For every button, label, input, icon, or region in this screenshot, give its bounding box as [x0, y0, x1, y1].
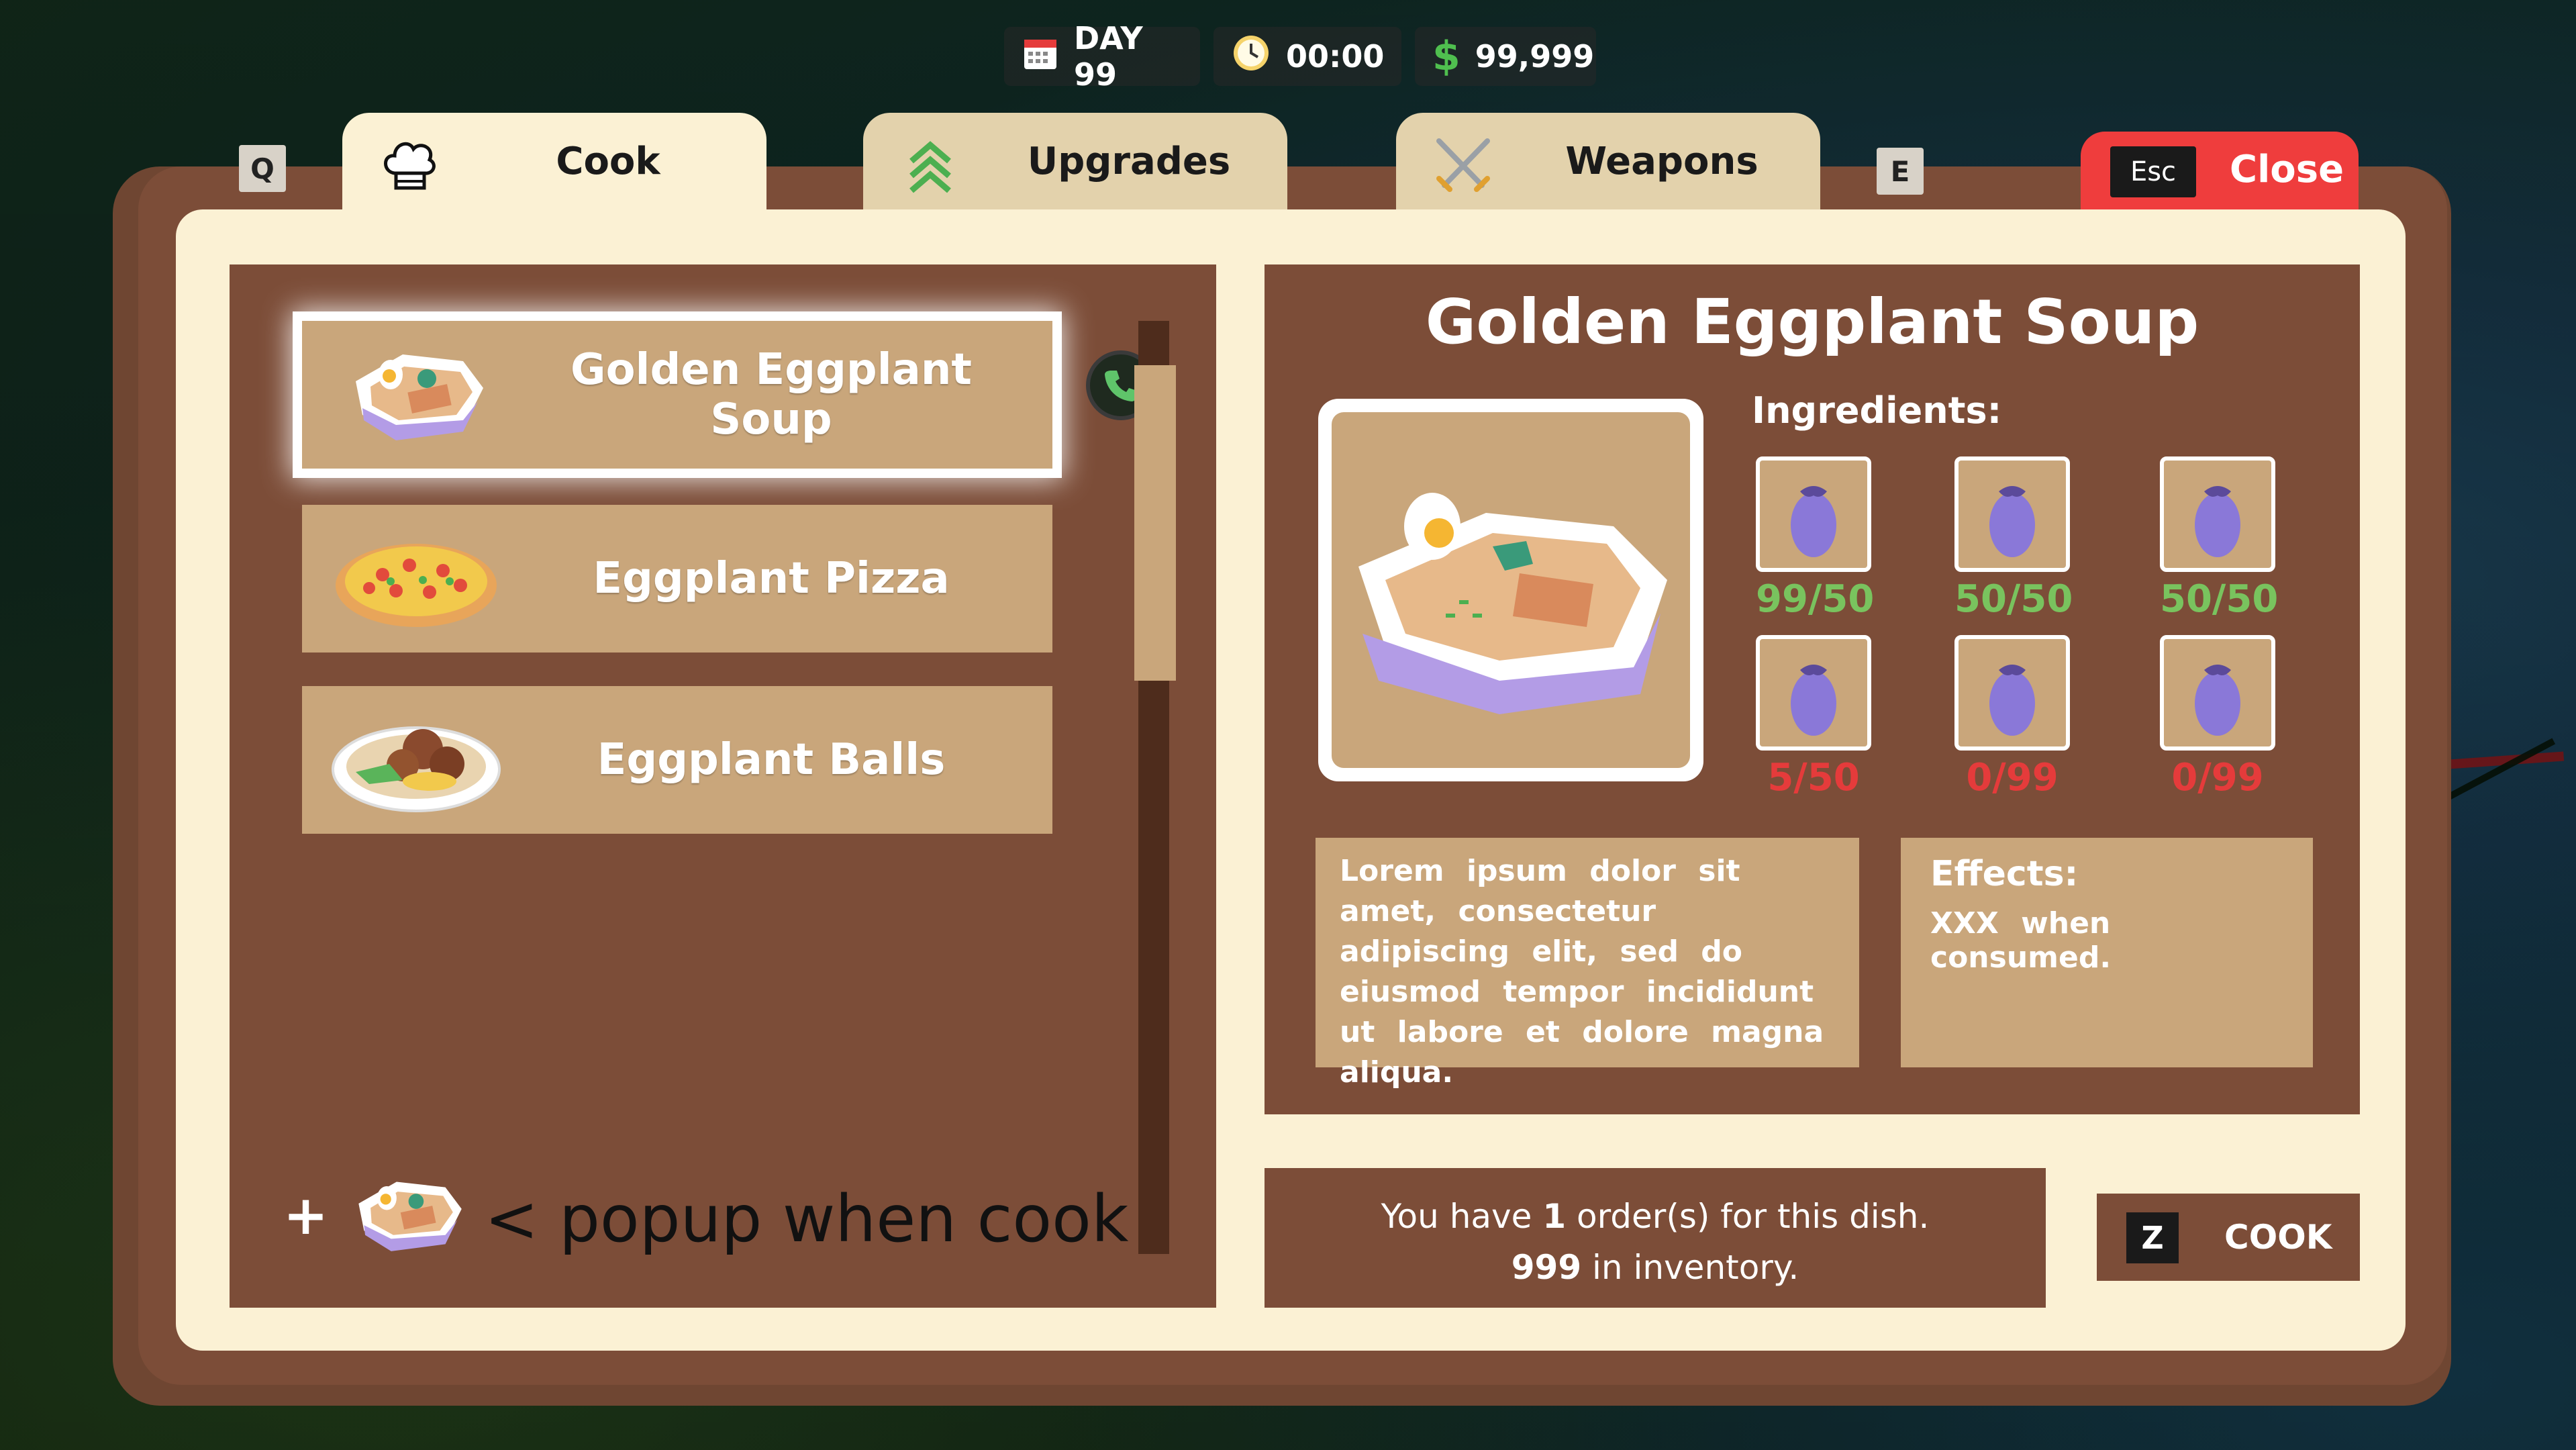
tab-cook[interactable]: Cook	[342, 113, 766, 220]
order-count: 1	[1542, 1197, 1567, 1236]
ingredient-slot[interactable]: 50/50	[1954, 456, 2073, 621]
chef-hat-icon	[376, 132, 443, 199]
ingredient-count: 0/99	[2171, 756, 2264, 800]
time-readout: 00:00	[1286, 38, 1385, 75]
order-info: You have 1 order(s) for this dish. 999 i…	[1265, 1168, 2046, 1308]
ingredient-count: 5/50	[1767, 756, 1860, 800]
ingredient-count: 99/50	[1756, 577, 1875, 621]
ingredient-count: 50/50	[2160, 577, 2279, 621]
inventory-count: 999	[1511, 1248, 1582, 1287]
clock-icon	[1231, 33, 1271, 81]
ingredients-label: Ingredients:	[1752, 389, 2002, 432]
tab-cook-label: Cook	[556, 140, 660, 183]
effects-label: Effects:	[1930, 854, 2079, 894]
ingredient-count: 0/99	[1966, 756, 2059, 800]
plus-icon: +	[283, 1184, 329, 1247]
soup-bowl-icon	[337, 1157, 478, 1271]
close-button[interactable]: Esc Close	[2081, 132, 2359, 212]
eggplant-icon	[2160, 635, 2275, 751]
order-line: You have 1 order(s) for this dish.	[1265, 1191, 2046, 1242]
eggplant-icon	[1954, 635, 2070, 751]
eggplant-icon	[2160, 456, 2275, 572]
ingredient-slot[interactable]: 5/50	[1756, 635, 1871, 800]
meatball-plate-icon	[329, 699, 503, 820]
eggplant-icon	[1954, 456, 2070, 572]
hud-money: $ 99,999	[1415, 27, 1596, 86]
recipe-list-panel: Golden Eggplant Soup Eggplant Pizza Eggp…	[230, 264, 1216, 1308]
dish-preview	[1318, 399, 1703, 781]
recipe-eggplant-pizza[interactable]: Eggplant Pizza	[302, 505, 1052, 652]
ingredient-count: 50/50	[1954, 577, 2073, 621]
tab-weapons[interactable]: Weapons	[1396, 113, 1820, 213]
hud-day: DAY 99	[1004, 20, 1200, 93]
ingredient-slot[interactable]: 50/50	[2160, 456, 2279, 621]
soup-bowl-icon	[329, 334, 503, 455]
z-key: Z	[2126, 1212, 2179, 1263]
recipe-detail-title: Golden Eggplant Soup	[1425, 286, 2199, 358]
pizza-icon	[329, 518, 503, 639]
cook-button[interactable]: Z COOK	[2097, 1194, 2360, 1281]
tab-upgrades[interactable]: Upgrades	[863, 113, 1287, 213]
ingredient-slot[interactable]: 0/99	[1954, 635, 2070, 800]
eggplant-icon	[1756, 635, 1871, 751]
recipe-scrollbar-thumb[interactable]	[1134, 365, 1176, 681]
tab-upgrades-label: Upgrades	[1027, 140, 1231, 183]
eggplant-icon	[1756, 456, 1871, 572]
ingredient-slot[interactable]: 99/50	[1756, 456, 1875, 621]
soup-bowl-icon	[1332, 412, 1690, 768]
inventory-suffix: in inventory.	[1592, 1248, 1799, 1287]
calendar-icon	[1022, 34, 1059, 79]
recipe-description: Lorem ipsum dolor sit amet, consectetur …	[1316, 838, 1859, 1090]
recipe-eggplant-balls[interactable]: Eggplant Balls	[302, 686, 1052, 834]
close-label: Close	[2230, 148, 2344, 191]
tab-weapons-label: Weapons	[1565, 140, 1758, 183]
recipe-name: Eggplant Pizza	[593, 554, 950, 603]
recipe-golden-eggplant-soup[interactable]: Golden Eggplant Soup	[293, 311, 1156, 478]
ingredient-slot[interactable]: 0/99	[2160, 635, 2275, 800]
cook-label: COOK	[2224, 1218, 2332, 1257]
recipe-name: Golden Eggplant Soup	[571, 345, 972, 444]
popup-note-text: < popup when cook	[485, 1181, 1129, 1257]
inventory-line: 999 in inventory.	[1265, 1242, 2046, 1293]
dollar-icon: $	[1432, 33, 1460, 80]
order-prefix: You have	[1381, 1197, 1532, 1236]
effects-text: XXX when consumed.	[1930, 906, 2112, 975]
crossed-swords-icon	[1430, 132, 1497, 199]
recipe-effects: Effects: XXX when consumed.	[1901, 838, 2313, 1067]
day-counter: DAY 99	[1074, 20, 1143, 93]
cook-popup-note: + < popup when cook	[283, 1157, 1156, 1271]
money-amount: 99,999	[1475, 38, 1595, 75]
upgrade-arrows-icon	[897, 132, 964, 199]
recipe-name: Eggplant Balls	[597, 735, 946, 785]
prev-tab-key[interactable]: Q	[239, 145, 286, 192]
order-suffix: order(s) for this dish.	[1577, 1197, 1930, 1236]
hud-time: 00:00	[1213, 27, 1401, 86]
next-tab-key[interactable]: E	[1877, 148, 1924, 195]
recipe-detail-panel: Golden Eggplant Soup Ingredients: 99/50 …	[1265, 264, 2360, 1114]
esc-key: Esc	[2110, 146, 2196, 197]
